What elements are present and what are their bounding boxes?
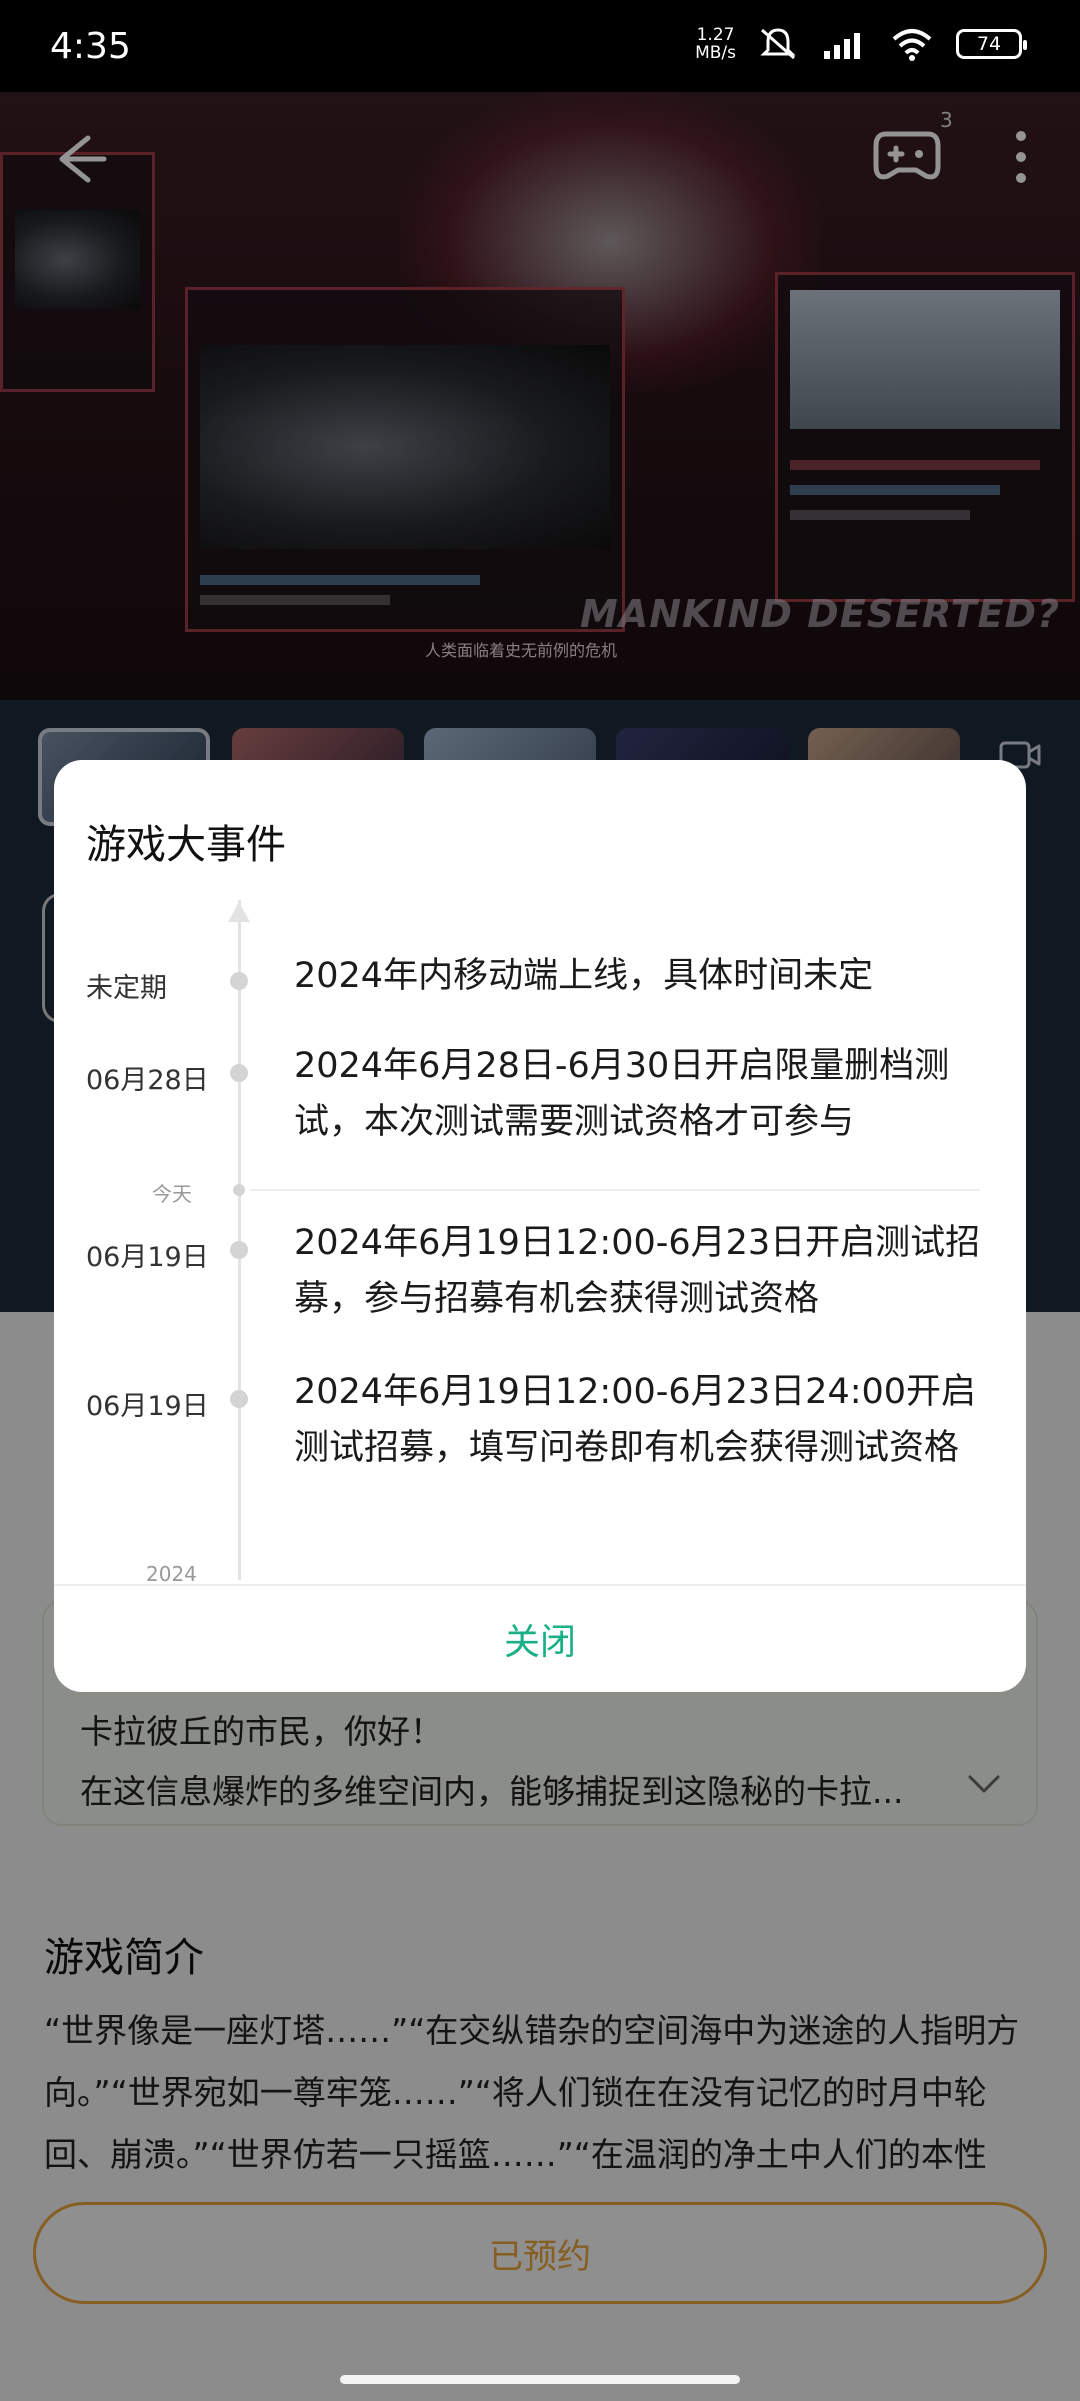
timeline-axis [238,900,241,1580]
event-date: 06月28日 [86,1065,209,1096]
net-speed-unit: MB/s [695,43,736,63]
event-text: 2024年6月19日12:00-6月23日开启测试招募，参与招募有机会获得测试资… [294,1223,981,1319]
home-indicator[interactable] [340,2375,740,2384]
today-line [250,1189,980,1191]
event-date: 未定期 [86,973,167,1004]
battery-icon: 74 [956,29,1027,59]
game-events-dialog: 游戏大事件 未定期 2024年内移动端上线，具体时间未定 06月28日 2024… [54,760,1026,1692]
mute-icon [760,28,796,60]
event-text: 2024年6月28日-6月30日开启限量删档测试，本次测试需要测试资格才可参与 [294,1046,950,1142]
event-text: 2024年6月19日12:00-6月23日24:00开启测试招募，填写问卷即有机… [294,1372,977,1468]
timeline-dot [230,1241,248,1259]
event-text: 2024年内移动端上线，具体时间未定 [294,956,874,996]
timeline-arrow [228,902,250,922]
dialog-title: 游戏大事件 [86,822,286,868]
today-label: 今天 [152,1182,192,1206]
net-speed-value: 1.27 [696,25,735,45]
event-date: 06月19日 [86,1391,209,1422]
status-time: 4:35 [50,26,131,67]
status-bar: 4:35 1.27 MB/s 74 [0,0,1080,92]
wifi-icon [892,29,932,61]
timeline-dot [230,1064,248,1082]
close-button[interactable]: 关闭 [54,1586,1026,1692]
hd-signal-icon [824,33,860,59]
today-dot [233,1184,245,1196]
timeline-dot [230,972,248,990]
year-label: 2024 [146,1562,197,1586]
event-date: 06月19日 [86,1242,209,1273]
net-speed: 1.27 MB/s [695,26,736,62]
timeline-dot [230,1390,248,1408]
